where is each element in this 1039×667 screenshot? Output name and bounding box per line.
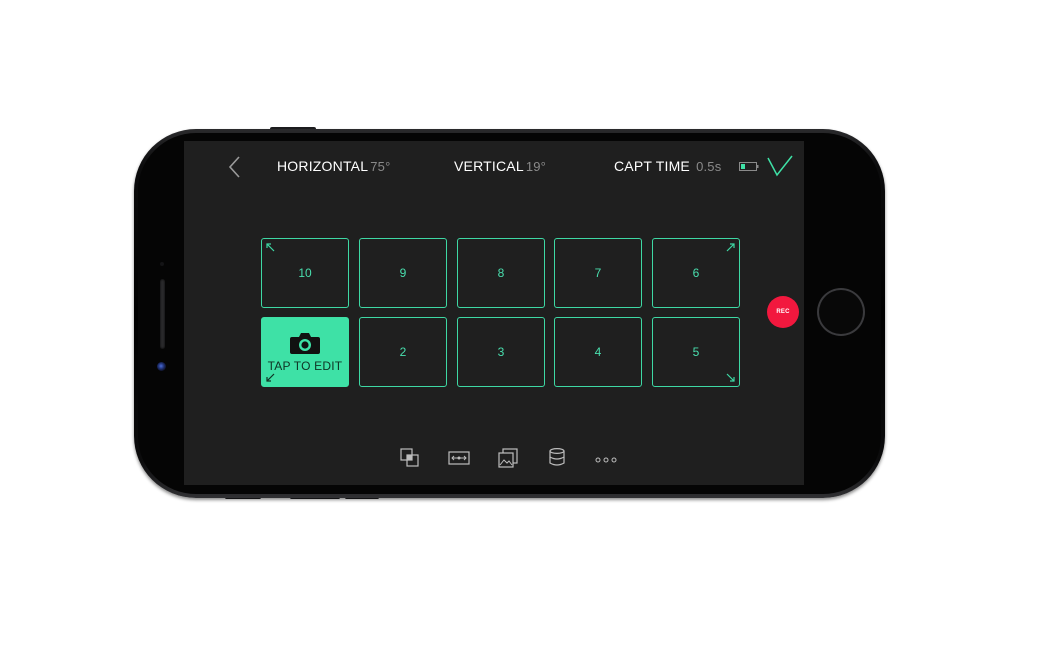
camera-icon bbox=[290, 333, 320, 354]
tile-number: 3 bbox=[497, 345, 505, 359]
app-screen: HORIZONTAL 75° VERTICAL 19° CAPT TIME 0.5s… bbox=[184, 141, 804, 485]
grid-tile-10[interactable]: 10 bbox=[261, 238, 349, 308]
tap-to-edit-label: TAP TO EDIT bbox=[267, 359, 343, 373]
proximity-sensor bbox=[160, 262, 164, 266]
grid-tile-6[interactable]: 6 bbox=[652, 238, 740, 308]
battery-icon bbox=[739, 162, 759, 171]
grid-tile-1-active[interactable]: TAP TO EDIT bbox=[261, 317, 349, 387]
layers-icon[interactable] bbox=[399, 447, 421, 469]
tile-number: 10 bbox=[298, 266, 312, 280]
tile-number: 2 bbox=[399, 345, 407, 359]
front-camera-icon bbox=[157, 362, 166, 371]
capture-time-setting[interactable]: CAPT TIME 0.5s bbox=[614, 158, 721, 178]
record-button[interactable]: REC bbox=[767, 296, 799, 328]
grid-tile-7[interactable]: 7 bbox=[554, 238, 642, 308]
grid-tile-8[interactable]: 8 bbox=[457, 238, 545, 308]
tile-number: 5 bbox=[692, 345, 700, 359]
grid-tile-2[interactable]: 2 bbox=[359, 317, 447, 387]
expand-corner-icon bbox=[726, 373, 735, 382]
tile-number: 7 bbox=[594, 266, 602, 280]
confirm-check-icon[interactable] bbox=[767, 155, 793, 177]
capture-time-value: 0.5s bbox=[696, 159, 722, 174]
tile-number: 6 bbox=[692, 266, 700, 280]
grid-tile-5[interactable]: 5 bbox=[652, 317, 740, 387]
expand-corner-icon bbox=[266, 243, 275, 252]
vertical-label: VERTICAL bbox=[454, 158, 524, 174]
pan-range-icon[interactable] bbox=[448, 447, 470, 469]
capture-time-label: CAPT TIME bbox=[614, 158, 690, 174]
back-chevron-icon[interactable] bbox=[227, 155, 241, 179]
horizontal-value: 75° bbox=[370, 159, 391, 174]
expand-corner-icon bbox=[726, 243, 735, 252]
home-button[interactable] bbox=[817, 288, 865, 336]
tile-number: 4 bbox=[594, 345, 602, 359]
tile-number: 9 bbox=[399, 266, 407, 280]
lens-icon[interactable] bbox=[546, 447, 568, 469]
grid-tile-3[interactable]: 3 bbox=[457, 317, 545, 387]
vertical-setting[interactable]: VERTICAL 19° bbox=[454, 158, 546, 178]
vertical-value: 19° bbox=[525, 159, 547, 174]
horizontal-label: HORIZONTAL bbox=[277, 158, 369, 174]
photo-stack-icon[interactable] bbox=[497, 447, 519, 469]
tile-number: 8 bbox=[497, 266, 505, 280]
earpiece-speaker bbox=[160, 279, 165, 349]
more-icon[interactable] bbox=[595, 447, 617, 469]
expand-corner-icon bbox=[266, 373, 275, 382]
horizontal-setting[interactable]: HORIZONTAL 75° bbox=[277, 158, 390, 178]
grid-tile-4[interactable]: 4 bbox=[554, 317, 642, 387]
grid-tile-9[interactable]: 9 bbox=[359, 238, 447, 308]
